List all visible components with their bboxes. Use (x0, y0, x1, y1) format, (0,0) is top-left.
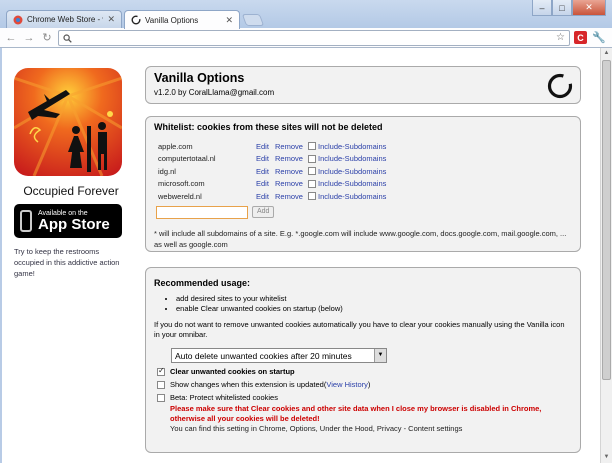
title-bar: Chrome Web Store - vanilla ✕ Vanilla Opt… (0, 0, 612, 29)
option-show-changes[interactable]: Show changes when this extension is upda… (157, 380, 572, 389)
search-icon (63, 33, 72, 43)
domain-label: microsoft.com (158, 179, 205, 189)
version-line: v1.2.0 by CoralLlama@gmail.com (154, 88, 275, 97)
maximize-button[interactable]: □ (552, 0, 572, 16)
usage-item: add desired sites to your whitelist (176, 294, 572, 304)
chrome-web-store-icon (13, 15, 23, 24)
auto-delete-value: Auto delete unwanted cookies after 20 mi… (175, 350, 352, 361)
whitelist-row: microsoft.com Edit Remove Include-Subdom… (158, 178, 572, 191)
warning-text: Please make sure that Clear cookies and … (170, 404, 572, 434)
view-history-link[interactable]: View History (326, 380, 368, 389)
bookmark-star-icon[interactable]: ☆ (556, 32, 565, 43)
chevron-down-icon: ▼ (374, 349, 386, 362)
include-subdomains-checkbox[interactable] (308, 154, 316, 163)
domain-label: idg.nl (158, 166, 176, 176)
new-tab-button[interactable] (241, 14, 265, 26)
include-subdomains-label[interactable]: Include-Subdomains (318, 167, 386, 176)
browser-toolbar: ← → ↻ ☆ C 🔧 (0, 28, 612, 48)
usage-title: Recommended usage: (154, 278, 251, 288)
clear-on-startup-checkbox[interactable] (157, 366, 165, 376)
tab-title: Vanilla Options (145, 15, 199, 25)
app-store-badge[interactable]: Available on the App Store (14, 204, 122, 238)
add-site-input[interactable] (156, 205, 248, 219)
whitelist-row: idg.nl Edit Remove Include-Subdomains (158, 165, 572, 178)
forward-arrow-icon[interactable]: → (22, 31, 36, 45)
option-beta-protect[interactable]: Beta: Protect whitelisted cookies (157, 393, 572, 402)
include-subdomains-checkbox[interactable] (308, 192, 316, 201)
minimize-button[interactable]: – (532, 0, 552, 16)
add-button[interactable]: Add (252, 206, 275, 218)
scroll-up-icon[interactable]: ▲ (601, 48, 612, 59)
whitelist-panel: Whitelist: cookies from these sites will… (145, 116, 581, 252)
edit-link[interactable]: Edit (256, 167, 275, 176)
scroll-down-icon[interactable]: ▼ (601, 452, 612, 463)
edit-link[interactable]: Edit (256, 142, 275, 151)
beta-protect-checkbox[interactable] (157, 393, 165, 402)
remove-link[interactable]: Remove (275, 192, 308, 201)
iphone-icon (20, 210, 32, 232)
beta-protect-label: Beta: Protect whitelisted cookies (170, 393, 278, 402)
page-content: Occupied Forever Available on the App St… (0, 48, 600, 463)
tab-close-icon[interactable]: ✕ (107, 14, 115, 25)
page-title: Vanilla Options (154, 71, 245, 85)
subdomain-note: * will include all subdomains of a site.… (154, 228, 567, 249)
vertical-scrollbar[interactable]: ▲ ▼ (600, 48, 612, 463)
options-panel: Recommended usage: add desired sites to … (145, 267, 581, 453)
address-bar[interactable]: ☆ (58, 30, 570, 46)
extension-icon[interactable]: C (574, 31, 587, 44)
include-subdomains-label[interactable]: Include-Subdomains (318, 154, 386, 163)
auto-delete-select[interactable]: Auto delete unwanted cookies after 20 mi… (171, 348, 387, 363)
show-changes-label: Show changes when this extension is upda… (170, 380, 324, 389)
ad-description[interactable]: Try to keep the restrooms occupied in th… (14, 246, 128, 279)
app-store-big-text: App Store (38, 215, 110, 233)
include-subdomains-label[interactable]: Include-Subdomains (318, 192, 386, 201)
domain-label: webwereld.nl (158, 191, 202, 201)
remove-link[interactable]: Remove (275, 154, 308, 163)
edit-link[interactable]: Edit (256, 179, 275, 188)
tab-vanilla-options[interactable]: Vanilla Options ✕ (124, 10, 240, 29)
usage-item: enable Clear unwanted cookies on startup… (176, 304, 572, 314)
clear-on-startup-label: Clear unwanted cookies on startup (170, 367, 295, 376)
domain-label: computertotaal.nl (158, 154, 216, 164)
ad-sidebar[interactable]: Occupied Forever Available on the App St… (14, 68, 128, 279)
include-subdomains-checkbox[interactable] (308, 142, 316, 151)
reload-icon[interactable]: ↻ (40, 31, 54, 45)
whitelist-row: computertotaal.nl Edit Remove Include-Su… (158, 153, 572, 166)
vanilla-icon (131, 15, 141, 25)
header-panel: Vanilla Options v1.2.0 by CoralLlama@gma… (145, 66, 581, 104)
usage-list: add desired sites to your whitelist enab… (176, 294, 572, 314)
ad-title[interactable]: Occupied Forever (14, 184, 128, 198)
edit-link[interactable]: Edit (256, 192, 275, 201)
wrench-menu-icon[interactable]: 🔧 (592, 31, 606, 44)
whitelist-title: Whitelist: cookies from these sites will… (154, 122, 383, 132)
remove-link[interactable]: Remove (275, 179, 308, 188)
tab-chrome-web-store[interactable]: Chrome Web Store - vanilla ✕ (6, 10, 122, 28)
usage-paragraph: If you do not want to remove unwanted co… (154, 320, 565, 339)
back-arrow-icon[interactable]: ← (4, 31, 18, 45)
option-clear-on-startup[interactable]: Clear unwanted cookies on startup (157, 366, 572, 376)
game-icon[interactable] (14, 68, 122, 176)
warning-setting-location: You can find this setting in Chrome, Opt… (170, 424, 463, 433)
domain-label: apple.com (158, 141, 193, 151)
window-controls: – □ ✕ (532, 0, 606, 16)
include-subdomains-label[interactable]: Include-Subdomains (318, 142, 386, 151)
add-site-row: Add (156, 205, 572, 219)
warning-red-text: Please make sure that Clear cookies and … (170, 404, 542, 423)
remove-link[interactable]: Remove (275, 167, 308, 176)
include-subdomains-label[interactable]: Include-Subdomains (318, 179, 386, 188)
whitelist-list: apple.com Edit Remove Include-Subdomains… (158, 140, 572, 203)
edit-link[interactable]: Edit (256, 154, 275, 163)
whitelist-row: apple.com Edit Remove Include-Subdomains (158, 140, 572, 153)
scrollbar-thumb[interactable] (602, 60, 611, 380)
close-window-button[interactable]: ✕ (572, 0, 606, 16)
whitelist-row: webwereld.nl Edit Remove Include-Subdoma… (158, 190, 572, 203)
vanilla-logo-icon (547, 72, 574, 99)
show-changes-checkbox[interactable] (157, 380, 165, 389)
include-subdomains-checkbox[interactable] (308, 179, 316, 188)
include-subdomains-checkbox[interactable] (308, 167, 316, 176)
tab-close-icon[interactable]: ✕ (225, 15, 233, 26)
remove-link[interactable]: Remove (275, 142, 308, 151)
tab-title: Chrome Web Store - vanilla (27, 15, 103, 24)
